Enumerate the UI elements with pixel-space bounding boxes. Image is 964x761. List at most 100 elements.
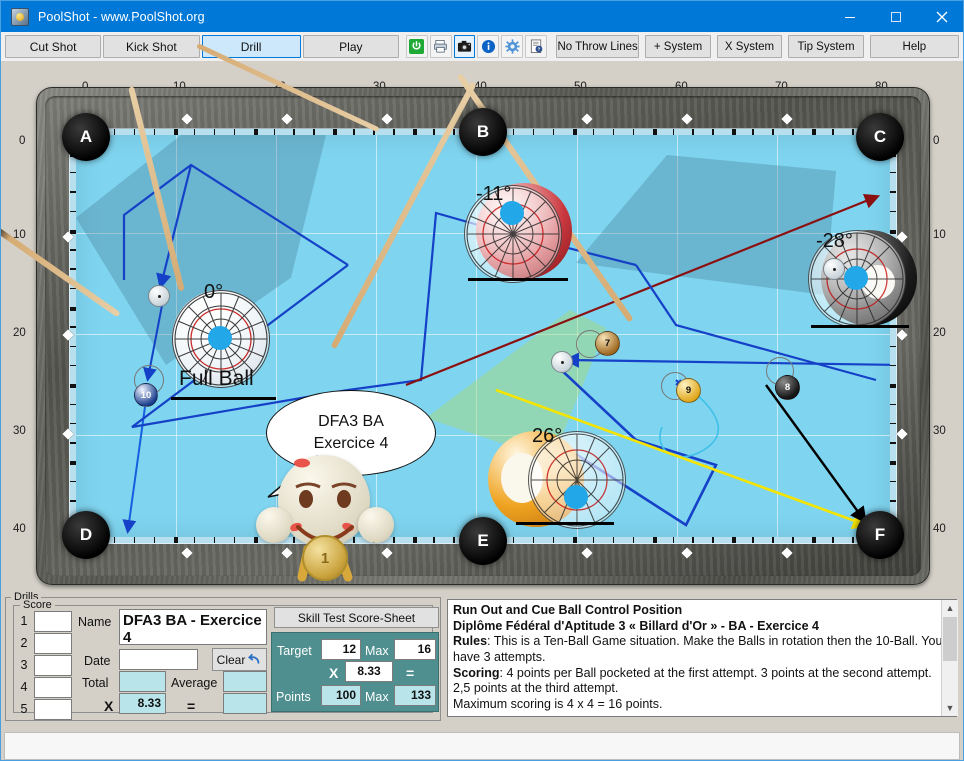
date-input[interactable] [119,649,198,670]
title-bar: PoolShot - www.PoolShot.org [1,1,963,32]
pocket-b-label: B [476,122,490,141]
target-label: Target [277,644,312,658]
name-input[interactable]: DFA3 BA - Exercice 4 [119,609,267,646]
ball-7-number: 7 [604,338,611,349]
ball-9[interactable]: 9 [676,378,701,403]
score-row-num-5: 5 [20,702,28,716]
tab-kick-shot[interactable]: Kick Shot [103,35,200,58]
description-panel[interactable]: Run Out and Cue Ball Control Position Di… [447,599,957,717]
pocket-e-label: E [477,531,489,550]
help-document-icon[interactable]: ? [525,35,547,58]
score-row-num-1: 1 [20,614,28,628]
points-max-value: 133 [394,685,436,706]
skill-test-score-sheet-button[interactable]: Skill Test Score-Sheet [274,607,439,628]
status-bar [4,732,960,760]
settings-gear-icon[interactable] [501,35,524,58]
ball-8[interactable]: 8 [775,375,800,400]
skill-multiplier-value[interactable]: 8.33 [345,661,393,682]
medal-icon: 1 [302,535,348,581]
scrollbar-thumb[interactable] [943,617,957,661]
full-ball-underline [171,397,276,400]
right-ruler-30: 30 [933,425,946,437]
pocket-c-label: C [873,127,887,146]
description-scrollbar[interactable]: ▲ ▼ [941,600,958,716]
camera-icon[interactable] [453,35,476,58]
nine-underline [516,522,614,525]
window-title: PoolShot - www.PoolShot.org [38,9,205,24]
medal-rank: 1 [320,549,330,567]
target-value[interactable]: 12 [321,639,361,660]
table-felt[interactable]: 0° Full Ball -11° -28° 26° 10 7 8 9 DFA3… [1,43,917,582]
date-label: Date [84,654,111,668]
pocket-a-label: A [79,127,93,146]
pocket-d[interactable]: D [62,511,110,559]
description-subtitle: Diplôme Fédéral d'Aptitude 3 « Billard d… [453,618,819,633]
minimize-icon[interactable] [827,1,873,32]
scoring-label: Scoring [453,665,500,680]
scroll-up-arrow-icon[interactable]: ▲ [942,600,958,616]
x-system-button[interactable]: X System [716,35,783,58]
drills-multiplier-value[interactable]: 8.33 [119,693,166,714]
pocket-f-label: F [874,525,886,544]
pool-table-area[interactable]: 0 10 20 30 40 50 60 70 80 0 10 20 30 40 … [1,43,963,591]
pocket-a[interactable]: A [62,113,110,161]
bottom-panel: Drills Score 1 2 3 4 5 Name DFA3 BA - Ex… [1,591,963,760]
close-icon[interactable] [919,1,963,32]
pocket-b[interactable]: B [459,108,507,156]
score-input-2[interactable] [34,633,72,654]
help-button[interactable]: Help [869,35,959,58]
drills-equals-symbol: = [187,698,196,714]
plus-system-button[interactable]: + System [645,35,711,58]
ball-10[interactable]: 10 [134,383,158,407]
ball-7[interactable]: 7 [595,331,620,356]
maximize-icon[interactable] [873,1,919,32]
tab-cut-shot[interactable]: Cut Shot [5,35,102,58]
info-icon[interactable] [477,35,500,58]
points-max-label: Max [365,690,389,704]
clear-button[interactable]: Clear [212,648,267,671]
printer-icon[interactable] [429,35,452,58]
tab-play[interactable]: Play [302,35,399,58]
pocket-c[interactable]: C [856,113,904,161]
pocket-e[interactable]: E [459,517,507,565]
ball-9-number: 9 [685,385,692,396]
left-ruler-40: 40 [13,523,26,535]
drills-result-value [223,693,267,714]
ball-10-number: 10 [140,389,152,401]
no-throw-lines-button[interactable]: No Throw Lines [555,35,640,58]
points-label: Points [276,690,311,704]
pool-table[interactable]: 0° Full Ball -11° -28° 26° 10 7 8 9 DFA3… [1,43,930,585]
scroll-down-arrow-icon[interactable]: ▼ [942,700,958,716]
speech-bubble-line1: DFA3 BA [318,413,384,431]
contact-point-cue [208,326,232,350]
tip-system-button[interactable]: Tip System [788,35,864,58]
power-icon[interactable] [405,35,428,58]
contact-point-nine [564,485,588,509]
rules-label: Rules [453,634,488,649]
score-row-num-2: 2 [20,636,28,650]
score-input-5[interactable] [34,699,72,720]
cue-ball-left[interactable] [148,285,170,307]
aim-angle-cue: 0° [204,281,224,303]
skill-multiply-symbol: X [329,665,339,681]
score-input-4[interactable] [34,677,72,698]
poolshot-logo-icon [11,7,29,26]
cue-ball-mid[interactable] [551,351,573,373]
right-ruler-40: 40 [933,523,946,535]
aim-angle-nine: 26° [532,425,563,447]
points-value: 100 [321,685,361,706]
rules-text: : This is a Ten-Ball Game situation. Mak… [453,634,943,664]
pocket-f[interactable]: F [856,511,904,559]
cue-ball-right[interactable] [823,258,845,280]
right-ruler-20: 20 [933,327,946,339]
full-ball-label: Full Ball [179,367,254,390]
main-toolbar: Cut Shot Kick Shot Drill Play ? No Throw… [1,32,963,61]
average-label: Average [171,676,218,690]
speech-bubble-line2: Exercice 4 [313,435,389,452]
score-input-3[interactable] [34,655,72,676]
left-ruler-30: 30 [13,425,26,437]
aim-angle-three: -11° [476,183,512,205]
pocket-d-label: D [79,525,93,544]
scoring-text: : 4 points per Ball pocketed at the firs… [453,665,932,696]
score-input-1[interactable] [34,611,72,632]
